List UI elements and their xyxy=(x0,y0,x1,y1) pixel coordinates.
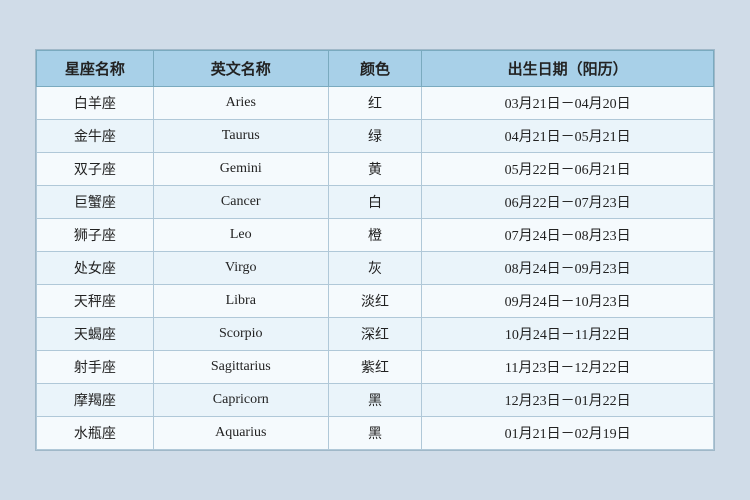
table-row: 天秤座Libra淡红09月24日－10月23日 xyxy=(37,285,714,318)
cell-color: 深红 xyxy=(328,318,421,351)
zodiac-table-container: 星座名称 英文名称 颜色 出生日期（阳历） 白羊座Aries红03月21日－04… xyxy=(35,49,715,451)
cell-english: Sagittarius xyxy=(153,351,328,384)
table-row: 水瓶座Aquarius黑01月21日－02月19日 xyxy=(37,417,714,450)
cell-color: 淡红 xyxy=(328,285,421,318)
cell-color: 白 xyxy=(328,186,421,219)
cell-english: Capricorn xyxy=(153,384,328,417)
zodiac-table: 星座名称 英文名称 颜色 出生日期（阳历） 白羊座Aries红03月21日－04… xyxy=(36,50,714,450)
cell-chinese: 天秤座 xyxy=(37,285,154,318)
cell-color: 紫红 xyxy=(328,351,421,384)
cell-chinese: 摩羯座 xyxy=(37,384,154,417)
cell-date: 08月24日－09月23日 xyxy=(422,252,714,285)
cell-color: 绿 xyxy=(328,120,421,153)
cell-chinese: 巨蟹座 xyxy=(37,186,154,219)
table-row: 摩羯座Capricorn黑12月23日－01月22日 xyxy=(37,384,714,417)
cell-english: Scorpio xyxy=(153,318,328,351)
cell-color: 红 xyxy=(328,87,421,120)
cell-chinese: 处女座 xyxy=(37,252,154,285)
header-english: 英文名称 xyxy=(153,51,328,87)
cell-chinese: 天蝎座 xyxy=(37,318,154,351)
table-row: 巨蟹座Cancer白06月22日－07月23日 xyxy=(37,186,714,219)
cell-chinese: 白羊座 xyxy=(37,87,154,120)
table-row: 白羊座Aries红03月21日－04月20日 xyxy=(37,87,714,120)
cell-chinese: 狮子座 xyxy=(37,219,154,252)
table-row: 金牛座Taurus绿04月21日－05月21日 xyxy=(37,120,714,153)
cell-date: 09月24日－10月23日 xyxy=(422,285,714,318)
table-row: 天蝎座Scorpio深红10月24日－11月22日 xyxy=(37,318,714,351)
cell-chinese: 双子座 xyxy=(37,153,154,186)
cell-english: Aquarius xyxy=(153,417,328,450)
table-row: 射手座Sagittarius紫红11月23日－12月22日 xyxy=(37,351,714,384)
cell-english: Taurus xyxy=(153,120,328,153)
header-chinese: 星座名称 xyxy=(37,51,154,87)
table-row: 处女座Virgo灰08月24日－09月23日 xyxy=(37,252,714,285)
cell-date: 07月24日－08月23日 xyxy=(422,219,714,252)
cell-english: Gemini xyxy=(153,153,328,186)
header-date: 出生日期（阳历） xyxy=(422,51,714,87)
cell-chinese: 水瓶座 xyxy=(37,417,154,450)
cell-color: 灰 xyxy=(328,252,421,285)
cell-color: 橙 xyxy=(328,219,421,252)
cell-english: Cancer xyxy=(153,186,328,219)
cell-date: 06月22日－07月23日 xyxy=(422,186,714,219)
table-row: 双子座Gemini黄05月22日－06月21日 xyxy=(37,153,714,186)
table-header-row: 星座名称 英文名称 颜色 出生日期（阳历） xyxy=(37,51,714,87)
cell-date: 01月21日－02月19日 xyxy=(422,417,714,450)
cell-date: 03月21日－04月20日 xyxy=(422,87,714,120)
cell-chinese: 金牛座 xyxy=(37,120,154,153)
cell-color: 黑 xyxy=(328,384,421,417)
cell-date: 12月23日－01月22日 xyxy=(422,384,714,417)
cell-date: 05月22日－06月21日 xyxy=(422,153,714,186)
cell-english: Leo xyxy=(153,219,328,252)
cell-date: 11月23日－12月22日 xyxy=(422,351,714,384)
cell-chinese: 射手座 xyxy=(37,351,154,384)
cell-date: 10月24日－11月22日 xyxy=(422,318,714,351)
table-row: 狮子座Leo橙07月24日－08月23日 xyxy=(37,219,714,252)
cell-english: Virgo xyxy=(153,252,328,285)
header-color: 颜色 xyxy=(328,51,421,87)
cell-date: 04月21日－05月21日 xyxy=(422,120,714,153)
cell-english: Aries xyxy=(153,87,328,120)
table-body: 白羊座Aries红03月21日－04月20日金牛座Taurus绿04月21日－0… xyxy=(37,87,714,450)
cell-color: 黄 xyxy=(328,153,421,186)
cell-english: Libra xyxy=(153,285,328,318)
cell-color: 黑 xyxy=(328,417,421,450)
